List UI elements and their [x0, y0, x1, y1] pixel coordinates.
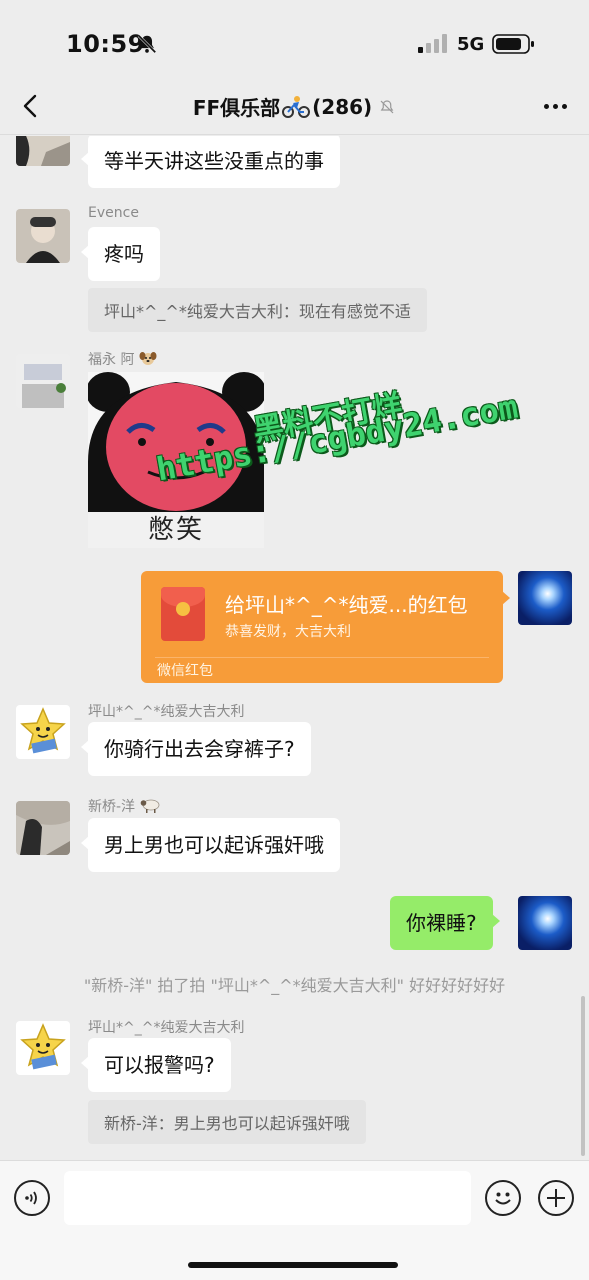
sheep-emoji-icon — [140, 799, 159, 813]
dot-icon — [561, 103, 567, 109]
sender-name-text: 福永 阿 — [88, 352, 135, 368]
more-options-button[interactable] — [537, 92, 573, 120]
dog-emoji-icon — [139, 352, 157, 365]
chat-title: FF俱乐部 (286) — [0, 92, 589, 121]
voice-icon — [25, 1191, 37, 1205]
message-input[interactable] — [64, 1171, 471, 1225]
chat-area[interactable]: 等半天讲这些没重点的事 Evence 疼吗 坪山*^_^*纯爱大吉大利：现在有感… — [0, 136, 589, 1160]
avatar[interactable] — [518, 571, 572, 625]
dot-icon — [543, 103, 549, 109]
avatar[interactable] — [16, 354, 70, 408]
red-packet-footer: 微信红包 — [157, 663, 213, 679]
status-time: 10:59 — [66, 30, 145, 58]
pat-system-message: "新桥-洋" 拍了拍 "坪山*^_^*纯爱大吉大利" 好好好好好好 — [83, 976, 506, 995]
message-text: 你骑行出去会穿裤子? — [104, 737, 295, 761]
sender-name-text: 新桥-洋 — [88, 799, 136, 815]
avatar[interactable] — [16, 705, 70, 759]
bell-muted-icon — [137, 34, 157, 54]
sender-name: 福永 阿 — [88, 349, 157, 369]
avatar[interactable] — [518, 896, 572, 950]
message-bubble[interactable]: 男上男也可以起诉强奸哦 — [81, 818, 340, 872]
message-bubble[interactable]: 你裸睡? — [390, 896, 500, 950]
chat-title-text: FF俱乐部 — [192, 96, 281, 120]
avatar[interactable] — [16, 1021, 70, 1075]
sender-name: 坪山*^_^*纯爱大吉大利 — [88, 1020, 245, 1036]
message-text: 等半天讲这些没重点的事 — [104, 149, 324, 173]
red-envelope-icon — [161, 587, 205, 641]
message-text: 可以报警吗? — [104, 1053, 215, 1077]
red-packet-subtitle: 恭喜发财，大吉大利 — [225, 624, 351, 640]
voice-input-button[interactable] — [14, 1180, 50, 1216]
nav-bar: FF俱乐部 (286) — [0, 80, 589, 135]
status-bar: 10:59 5G — [0, 0, 589, 80]
mute-bell-icon — [380, 99, 394, 113]
plus-icon — [547, 1189, 565, 1207]
member-count: (286) — [312, 94, 373, 119]
emoji-button[interactable] — [485, 1180, 521, 1216]
avatar[interactable] — [16, 136, 70, 166]
more-actions-button[interactable] — [538, 1180, 574, 1216]
sender-name: 坪山*^_^*纯爱大吉大利 — [88, 704, 245, 720]
message-bubble[interactable]: 可以报警吗? — [81, 1038, 231, 1092]
quoted-message[interactable]: 新桥-洋：男上男也可以起诉强奸哦 — [88, 1100, 366, 1144]
home-indicator[interactable] — [188, 1262, 398, 1268]
message-text: 你裸睡? — [406, 911, 477, 935]
quote-text: 坪山*^_^*纯爱大吉大利：现在有感觉不适 — [104, 302, 411, 321]
avatar[interactable] — [16, 801, 70, 855]
message-bubble[interactable]: 等半天讲这些没重点的事 — [81, 136, 340, 188]
divider — [155, 657, 489, 658]
scrollbar[interactable] — [581, 996, 585, 1156]
sender-name: Evence — [88, 205, 139, 221]
message-bubble[interactable]: 疼吗 — [81, 227, 160, 281]
message-text: 疼吗 — [104, 242, 144, 266]
message-bubble[interactable]: 你骑行出去会穿裤子? — [81, 722, 311, 776]
avatar[interactable] — [16, 209, 70, 263]
dot-icon — [552, 103, 558, 109]
red-packet-message[interactable]: 给坪山*^_^*纯爱...的红包 恭喜发财，大吉大利 微信红包 — [141, 571, 510, 683]
red-packet-title: 给坪山*^_^*纯爱...的红包 — [225, 593, 468, 617]
battery-icon — [492, 34, 534, 54]
quote-text: 新桥-洋：男上男也可以起诉强奸哦 — [104, 1114, 350, 1133]
sticker-caption: 憋笑 — [147, 515, 204, 545]
quoted-message[interactable]: 坪山*^_^*纯爱大吉大利：现在有感觉不适 — [88, 288, 427, 332]
message-text: 男上男也可以起诉强奸哦 — [104, 833, 324, 857]
sender-name: 新桥-洋 — [88, 796, 160, 816]
cyclist-icon — [282, 95, 311, 118]
signal-icon — [418, 34, 447, 53]
smiley-icon — [495, 1192, 511, 1205]
network-label: 5G — [457, 34, 485, 55]
